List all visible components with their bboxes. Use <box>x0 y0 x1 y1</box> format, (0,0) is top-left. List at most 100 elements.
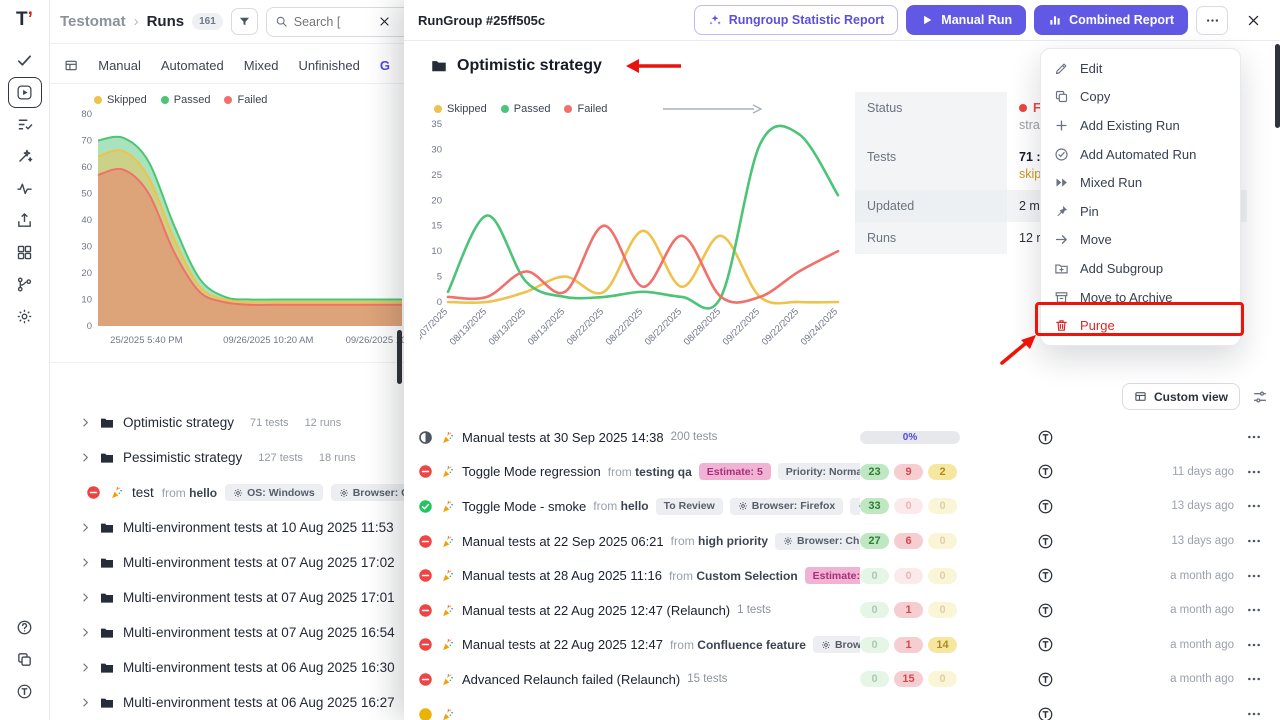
menu-item-edit[interactable]: Edit <box>1041 54 1240 83</box>
tab-manual[interactable]: Manual <box>98 58 141 73</box>
nav-settings-icon[interactable] <box>8 301 42 332</box>
chevron-right-icon[interactable] <box>80 662 91 673</box>
group-row[interactable]: Multi-environment tests at 10 Aug 2025 1… <box>50 510 404 545</box>
search-clear-icon[interactable] <box>378 15 391 28</box>
menu-item-mixed-run[interactable]: Mixed Run <box>1041 168 1240 197</box>
run-title[interactable]: Manual tests at 22 Aug 2025 12:47 (Relau… <box>462 603 730 618</box>
chevron-right-icon[interactable] <box>80 522 91 533</box>
row-menu-button[interactable] <box>1234 429 1274 445</box>
row-menu-button[interactable] <box>1234 498 1274 514</box>
gear-icon <box>783 536 793 546</box>
menu-item-add-automated-run[interactable]: Add Automated Run <box>1041 140 1240 169</box>
run-title[interactable]: Advanced Relaunch failed (Relaunch) <box>462 672 680 687</box>
search-box[interactable] <box>266 7 404 37</box>
nav-export-icon[interactable] <box>8 205 42 236</box>
tag-badge: Browser: Firefox <box>730 498 843 515</box>
group-row[interactable]: Multi-environment tests at 07 Aug 2025 1… <box>50 545 404 580</box>
nav-tests-icon[interactable] <box>8 45 42 76</box>
run-row[interactable]: Advanced Relaunch failed (Relaunch)15 te… <box>414 662 1278 697</box>
close-panel-button[interactable] <box>1240 7 1266 33</box>
nav-reports-icon[interactable] <box>8 237 42 268</box>
run-row[interactable]: Manual tests at 22 Aug 2025 12:47from Co… <box>414 628 1278 663</box>
group-row[interactable]: Multi-environment tests at 07 Aug 2025 1… <box>50 580 404 615</box>
docs-icon[interactable] <box>8 644 42 675</box>
tab-g[interactable]: G <box>380 58 390 73</box>
more-actions-button[interactable] <box>1196 6 1228 35</box>
view-mode-icon[interactable] <box>64 58 78 73</box>
run-title[interactable]: Toggle Mode regression <box>462 464 601 479</box>
nav-branches-icon[interactable] <box>8 269 42 300</box>
chevron-right-icon[interactable] <box>80 627 91 638</box>
chevron-right-icon[interactable] <box>80 592 91 603</box>
nav-runs-icon[interactable] <box>8 77 42 108</box>
view-settings-icon[interactable] <box>1252 389 1268 405</box>
row-menu-button[interactable] <box>1234 637 1274 653</box>
detail-label: Tests <box>855 141 1007 190</box>
chevron-right-icon[interactable] <box>80 697 91 708</box>
run-title[interactable]: Manual tests at 22 Aug 2025 12:47 <box>462 637 663 652</box>
tab-automated[interactable]: Automated <box>161 58 224 73</box>
row-menu-button[interactable] <box>1234 464 1274 480</box>
group-row[interactable]: Pessimistic strategy127 tests18 runs <box>50 440 404 475</box>
left-pane-scrollbar[interactable] <box>397 330 402 384</box>
confetti-icon <box>440 464 455 479</box>
row-menu-button[interactable] <box>1234 706 1274 720</box>
chevron-right-icon[interactable] <box>80 557 91 568</box>
nav-analytics-icon[interactable] <box>8 173 42 204</box>
run-title[interactable]: Manual tests at 30 Sep 2025 14:38 <box>462 430 664 445</box>
app-logo[interactable]: T’ <box>16 10 33 29</box>
nav-plans-icon[interactable] <box>8 109 42 140</box>
breadcrumb-separator: › <box>134 13 139 30</box>
run-title[interactable]: Manual tests at 28 Aug 2025 11:16 <box>462 568 662 583</box>
statistic-report-button[interactable]: Rungroup Statistic Report <box>694 5 899 35</box>
run-row[interactable]: Toggle Mode regressionfrom testing qaEst… <box>414 455 1278 490</box>
run-row[interactable] <box>414 697 1278 720</box>
chevron-right-icon[interactable] <box>80 452 91 463</box>
run-title[interactable]: Manual tests at 22 Sep 2025 06:21 <box>462 534 664 549</box>
count-red-badge: 0 <box>894 498 923 514</box>
menu-item-add-existing-run[interactable]: Add Existing Run <box>1041 111 1240 140</box>
tab-mixed[interactable]: Mixed <box>244 58 279 73</box>
group-row[interactable]: Optimistic strategy71 tests12 runs <box>50 405 404 440</box>
run-info: Toggle Mode regressionfrom testing qaEst… <box>418 463 860 480</box>
menu-item-copy[interactable]: Copy <box>1041 83 1240 112</box>
chevron-right-icon[interactable] <box>80 417 91 428</box>
run-row[interactable]: Manual tests at 30 Sep 2025 14:38200 tes… <box>414 420 1278 455</box>
ellipsis-icon <box>1246 568 1262 584</box>
count-yellow-badge: 0 <box>928 533 957 549</box>
menu-item-label: Pin <box>1080 204 1099 219</box>
group-row[interactable]: Multi-environment tests at 06 Aug 2025 1… <box>50 650 404 685</box>
panel-scrollbar[interactable] <box>1275 44 1280 128</box>
svg-text:09/22/2025: 09/22/2025 <box>760 306 801 347</box>
profile-logo-icon[interactable] <box>8 676 42 707</box>
row-menu-button[interactable] <box>1234 568 1274 584</box>
svg-text:70: 70 <box>81 136 92 147</box>
search-input[interactable] <box>294 15 372 29</box>
help-icon[interactable] <box>8 612 42 643</box>
menu-item-move[interactable]: Move <box>1041 226 1240 255</box>
menu-item-pin[interactable]: Pin <box>1041 197 1240 226</box>
run-title[interactable]: Toggle Mode - smoke <box>462 499 586 514</box>
copy-icon <box>1054 89 1069 104</box>
custom-view-button[interactable]: Custom view <box>1122 383 1240 410</box>
legend-dot <box>161 96 169 104</box>
run-row[interactable]: Manual tests at 28 Aug 2025 11:16from Cu… <box>414 558 1278 593</box>
run-row[interactable]: Toggle Mode - smokefrom helloTo ReviewBr… <box>414 489 1278 524</box>
tab-unfinished[interactable]: Unfinished <box>298 58 359 73</box>
row-menu-button[interactable] <box>1234 671 1274 687</box>
row-menu-button[interactable] <box>1234 602 1274 618</box>
combined-report-button[interactable]: Combined Report <box>1034 5 1188 35</box>
brand-link[interactable]: Testomat <box>60 13 126 30</box>
row-menu-button[interactable] <box>1234 533 1274 549</box>
filter-button[interactable] <box>231 8 258 35</box>
run-row[interactable]: testfrom helloOS: WindowsBrowser: Chrome <box>50 475 404 510</box>
run-row[interactable]: Manual tests at 22 Sep 2025 06:21from hi… <box>414 524 1278 559</box>
manual-run-button[interactable]: Manual Run <box>906 5 1026 35</box>
group-row[interactable]: Multi-environment tests at 07 Aug 2025 1… <box>50 615 404 650</box>
run-row[interactable]: Manual tests at 22 Aug 2025 12:47 (Relau… <box>414 593 1278 628</box>
group-title: Optimistic strategy <box>457 57 602 75</box>
group-row[interactable]: Multi-environment tests at 06 Aug 2025 1… <box>50 685 404 720</box>
nav-wand-icon[interactable] <box>8 141 42 172</box>
gear-icon <box>233 488 243 498</box>
menu-item-add-subgroup[interactable]: Add Subgroup <box>1041 254 1240 283</box>
